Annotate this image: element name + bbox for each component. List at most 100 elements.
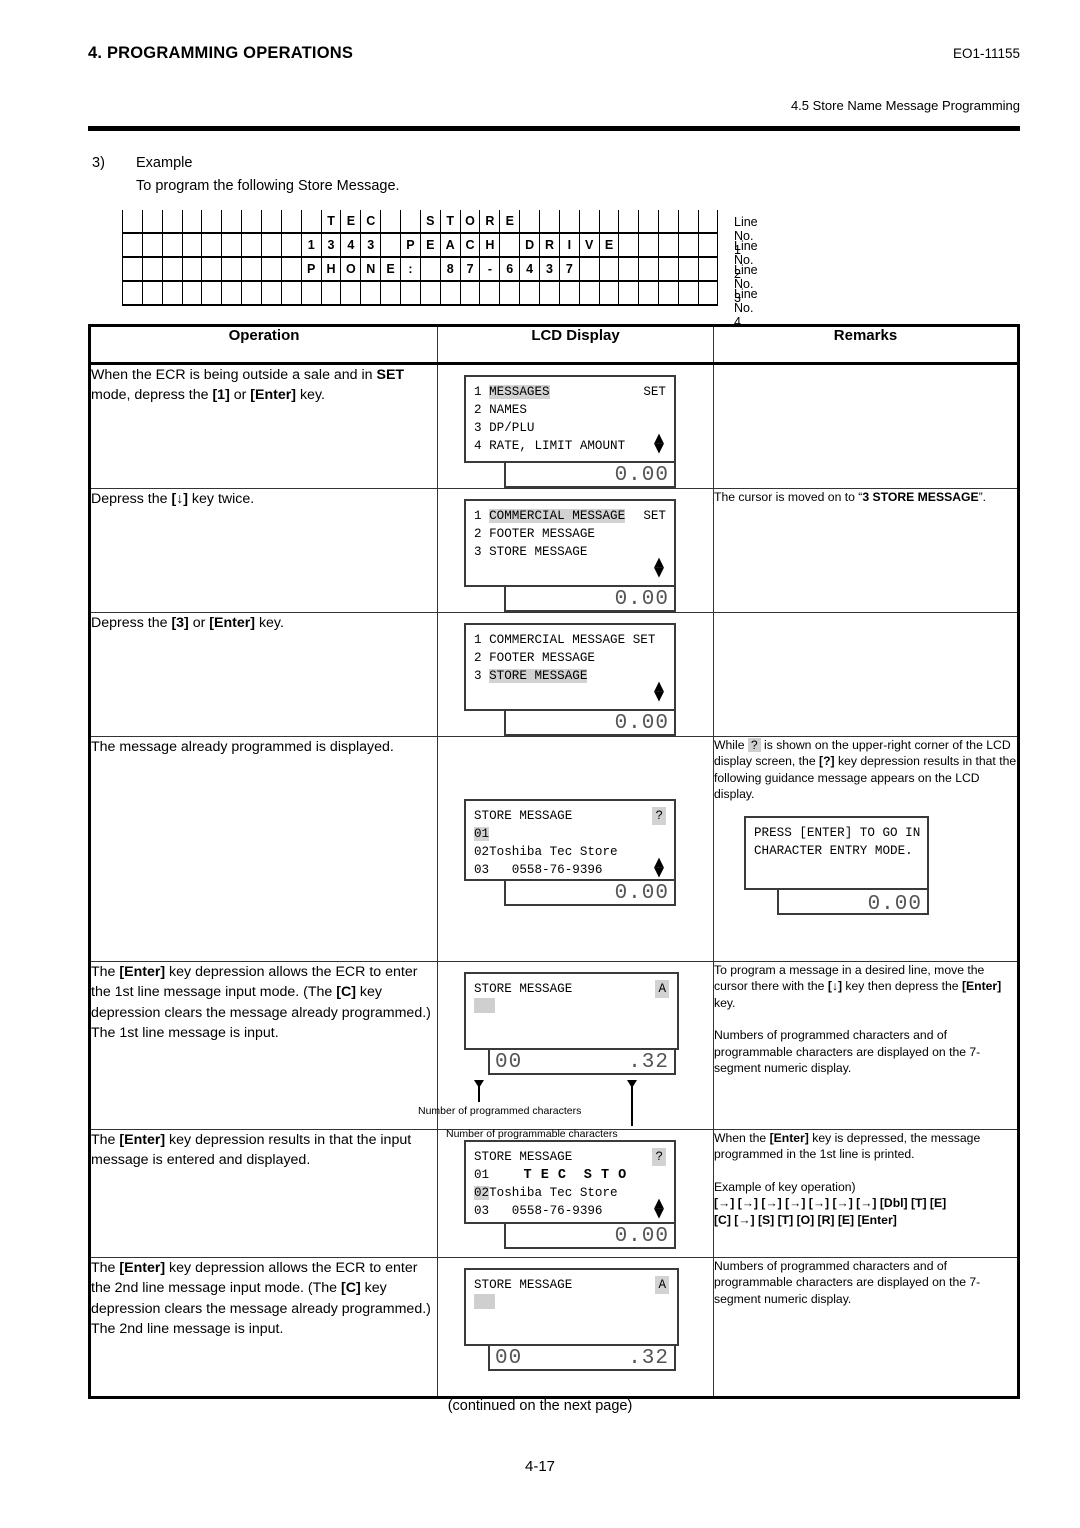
lcd-scroll-arrows-icon[interactable]: ▲ ▼ [654,556,664,579]
lcd-corner-indicator[interactable]: ? [652,1148,666,1166]
message-grid-cell [598,258,619,282]
lcd-line-text: COMMERCIAL MESSAGE SET [489,633,656,647]
message-grid-cell [618,258,638,282]
message-grid-cell [638,210,658,234]
lcd-screen: STORE MESSAGE? 01 02Toshiba Tec Store 03 05… [464,799,676,881]
numeric-display: 0.00 [504,1222,676,1249]
lcd-corner-indicator[interactable]: A [655,980,669,998]
message-grid-row: TECSTORE [122,210,718,234]
message-grid-cell [241,210,261,234]
message-grid-cell [241,282,261,306]
lcd-scroll-arrows-icon[interactable]: ▲ ▼ [654,432,664,455]
message-grid-cell: 1 [300,234,321,258]
lcd-line-number: 3 [474,669,490,683]
message-grid-cell: 4 [519,258,539,282]
lcd-list-line[interactable]: 3 STORE MESSAGE [474,543,666,561]
message-grid-cell [419,258,440,282]
lcd-list-line[interactable]: 02Toshiba Tec Store [474,1184,666,1202]
lcd-scroll-arrows-icon[interactable]: ▲ ▼ [654,856,664,879]
lcd-list-line[interactable]: 03 0558-76-9396 ▲ ▼ [474,1197,666,1220]
lcd-line-text: STORE MESSAGE [489,545,588,559]
message-grid-cell [241,234,261,258]
lcd-list-line[interactable]: 01 [474,825,666,843]
lcd-list-line[interactable]: 1 MESSAGES SET [474,383,666,401]
message-grid-cell: C [459,234,480,258]
lcd-line-text: FOOTER MESSAGE [489,651,595,665]
lcd-list-line[interactable]: ▲ ▼ [474,680,666,703]
chapter-title: 4. PROGRAMMING OPERATIONS [88,44,354,62]
lcd-corner-indicator[interactable]: ? [652,807,666,825]
lcd-line-number: 4 [474,439,490,453]
lcd-screen: STORE MESSAGE A [464,1268,679,1346]
lcd-line-text: 0558-76-9396 [489,1204,603,1218]
message-grid-cell [578,282,599,306]
lcd-line-number: 3 [474,421,490,435]
lcd-line-text: DP/PLU [489,421,535,435]
message-grid-cell [618,210,638,234]
message-grid-cell [261,282,281,306]
message-grid-cell [201,258,221,282]
lcd-list-line[interactable]: 2 NAMES [474,401,666,419]
lcd-list-line[interactable]: 1 COMMERCIAL MESSAGE SET [474,507,666,525]
message-grid-cell [618,282,638,306]
numeric-display-right-value: 0.00 [867,893,922,917]
operations-table-body: When the ECR is being outside a sale and… [89,363,1019,1398]
message-grid-cell [519,210,539,234]
lcd-list-line[interactable]: 2 FOOTER MESSAGE [474,525,666,543]
lcd-scroll-arrows-icon[interactable]: ▲ ▼ [654,680,664,703]
message-grid-cell [678,234,698,258]
numeric-display-right-value: 0.00 [614,464,669,487]
numeric-display: 0.00 [504,461,676,488]
lcd-line-text: Toshiba Tec Store [489,1186,618,1200]
remarks-cell: The cursor is moved on to “3 STORE MESSA… [713,488,1019,613]
lcd-text-cursor[interactable] [474,1294,495,1309]
message-grid-row: PHONE:87-6437 [122,258,718,282]
operation-cell: The [Enter] key depression allows the EC… [89,961,438,1130]
message-grid-cell [380,282,400,306]
lcd-display: STORE MESSAGE A 00.32 [464,1268,679,1371]
remarks-cell: To program a message in a desired line, … [713,961,1019,1130]
message-grid-cell: 6 [499,258,519,282]
lcd-list-line[interactable]: 02Toshiba Tec Store [474,843,666,861]
lcd-cell: 1 COMMERCIAL MESSAGE SET 2 FOOTER MESSAGE 3… [437,488,714,613]
lcd-list-line[interactable]: 2 FOOTER MESSAGE [474,649,666,667]
column-header-lcd: LCD Display [437,325,714,365]
message-grid-cell [201,234,221,258]
lcd-title-line: STORE MESSAGE? [474,1148,666,1166]
lcd-list-line[interactable]: 1 COMMERCIAL MESSAGE SET [474,631,666,649]
lcd-cell: STORE MESSAGE A 00.32 Number of programmed … [418,961,714,1140]
lcd-list-line[interactable]: 01 T E C S T O [474,1166,666,1184]
annotation-arrow-line [631,1080,633,1126]
message-grid-cell [697,210,718,234]
lcd-list-line[interactable]: 3 DP/PLU [474,419,666,437]
lcd-list-line[interactable]: 3 STORE MESSAGE [474,667,666,685]
lcd-line-number: 3 [474,545,490,559]
lcd-list-line[interactable]: ▲ ▼ [474,556,666,579]
lcd-mode-indicator: SET [643,385,666,399]
lcd-text-cursor[interactable] [474,998,495,1013]
message-grid-cell: 7 [459,258,480,282]
lcd-screen: STORE MESSAGE? 01 T E C S T O 02Toshiba Te… [464,1140,676,1224]
message-grid-cell: E [419,234,440,258]
message-grid-cell [181,234,202,258]
lcd-cell: STORE MESSAGE? 01 02Toshiba Tec Store 03 05… [437,736,714,962]
continued-note: (continued on the next page) [447,1398,633,1414]
message-grid-cell [697,234,718,258]
lcd-list-line[interactable]: 03 0558-76-9396 ▲ ▼ [474,856,666,879]
lcd-line-text: COMMERCIAL MESSAGE [489,509,626,523]
table-row: Depress the [3] or [Enter] key. 1 COMMERC… [89,612,1019,737]
message-grid-cell [697,282,718,306]
message-grid-cell [280,210,301,234]
message-grid-cell [280,282,301,306]
lcd-list-line[interactable]: 4 RATE, LIMIT AMOUNT ▲ ▼ [474,432,666,455]
lcd-line-number: 2 [474,527,490,541]
annotation-arrow-line [478,1080,480,1102]
lcd-corner-indicator[interactable]: A [655,1276,669,1294]
lcd-scroll-arrows-icon[interactable]: ▲ ▼ [654,1197,664,1220]
page-number: 4-17 [524,1458,556,1475]
lcd-screen: 1 MESSAGES SET 2 NAMES 3 DP/PLU 4 RATE, LIMI… [464,375,676,463]
message-grid-cell [638,282,658,306]
message-grid-cell: - [479,258,499,282]
message-grid-cell: A [439,234,460,258]
lcd-title-text: STORE MESSAGE [474,1278,573,1292]
